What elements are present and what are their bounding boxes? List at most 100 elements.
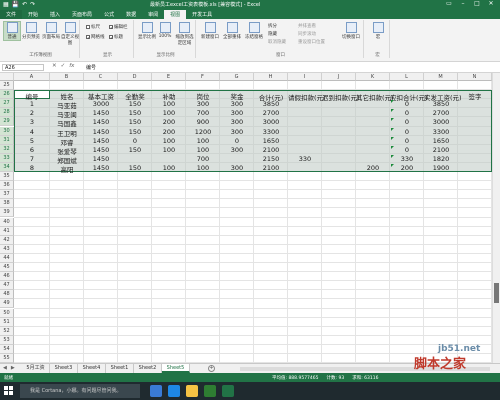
table-cell[interactable]: 高阳	[50, 164, 84, 174]
switch-windows-button[interactable]: 切换窗口	[340, 22, 362, 40]
ribbon-options-icon[interactable]: ▭	[442, 0, 456, 7]
row-header[interactable]: 29	[0, 117, 14, 127]
table-cell[interactable]: 1650	[424, 137, 458, 145]
cortana-search-box[interactable]: 我是 Cortana，小娜。有问题尽管问我。	[20, 384, 140, 398]
tab-view[interactable]: 视图	[164, 10, 187, 19]
row-header[interactable]: 42	[0, 235, 14, 245]
sheet-tab[interactable]: Sheet2	[134, 364, 162, 373]
table-cell[interactable]: 200	[152, 118, 186, 126]
table-cell[interactable]: 100	[152, 164, 186, 172]
close-icon[interactable]: ✕	[484, 0, 498, 7]
row-header[interactable]: 48	[0, 290, 14, 300]
column-header[interactable]: G	[220, 73, 254, 81]
function-icon[interactable]: fx	[69, 63, 74, 69]
select-all-corner[interactable]	[0, 73, 14, 81]
table-cell[interactable]: 0	[390, 100, 424, 108]
table-cell[interactable]: 2150	[254, 155, 288, 163]
unhide-button[interactable]: 取消隐藏	[268, 39, 286, 45]
tab-formulas[interactable]: 公式	[98, 10, 120, 19]
cancel-icon[interactable]: ✕	[52, 63, 57, 69]
excel-taskbar-icon[interactable]	[222, 385, 234, 397]
vertical-scrollbar[interactable]	[492, 73, 500, 363]
save-icon[interactable]: 💾	[12, 1, 19, 8]
column-header[interactable]: B	[50, 73, 84, 81]
row-header[interactable]: 25	[0, 81, 14, 91]
tab-review[interactable]: 审阅	[142, 10, 164, 19]
table-cell[interactable]: 0	[390, 137, 424, 145]
table-cell[interactable]: 4	[14, 128, 50, 136]
minimize-icon[interactable]: –	[456, 0, 470, 7]
table-cell[interactable]: 100	[186, 164, 220, 172]
table-cell[interactable]: 3	[14, 118, 50, 126]
table-cell[interactable]: 300	[220, 128, 254, 136]
table-cell[interactable]: 100	[152, 109, 186, 117]
column-header[interactable]: D	[118, 73, 152, 81]
row-header[interactable]: 30	[0, 126, 14, 136]
row-header[interactable]: 49	[0, 299, 14, 309]
table-cell[interactable]: 300	[220, 118, 254, 126]
column-header[interactable]: C	[84, 73, 118, 81]
table-cell[interactable]: 1200	[186, 128, 220, 136]
tab-developer[interactable]: 开发工具	[186, 10, 218, 19]
table-cell[interactable]: 0	[390, 146, 424, 154]
task-view-icon[interactable]	[150, 385, 162, 397]
add-sheet-button[interactable]: +	[208, 365, 215, 372]
table-cell[interactable]: 100	[186, 137, 220, 145]
scroll-thumb[interactable]	[494, 283, 499, 303]
table-cell[interactable]: 900	[186, 118, 220, 126]
table-cell[interactable]: 200	[356, 164, 390, 172]
table-cell[interactable]: 1450	[84, 118, 118, 126]
row-header[interactable]: 55	[0, 354, 14, 363]
zoom-100-button[interactable]: 100%	[157, 22, 173, 39]
table-cell[interactable]: 2100	[424, 146, 458, 154]
store-icon[interactable]	[204, 385, 216, 397]
table-cell[interactable]: 330	[390, 155, 424, 163]
page-layout-view-button[interactable]: 页面布局	[42, 22, 60, 40]
table-cell[interactable]: 1450	[84, 109, 118, 117]
table-cell[interactable]: 3000	[84, 100, 118, 108]
formula-bar-checkbox[interactable]: ✓编辑栏	[109, 24, 128, 31]
tab-page-layout[interactable]: 页面布局	[66, 10, 98, 19]
column-header[interactable]: A	[14, 73, 50, 81]
table-cell[interactable]: 150	[118, 100, 152, 108]
table-cell[interactable]: 3850	[254, 100, 288, 108]
headings-checkbox[interactable]: ✓标题	[109, 34, 123, 41]
column-header[interactable]: H	[254, 73, 288, 81]
table-cell[interactable]: 1450	[84, 155, 118, 163]
name-box[interactable]: A26	[2, 64, 44, 71]
split-button[interactable]: 拆分	[268, 23, 277, 29]
redo-icon[interactable]: ↷	[30, 1, 35, 8]
table-cell[interactable]: 2	[14, 109, 50, 117]
column-header[interactable]: F	[186, 73, 220, 81]
sheet-tab[interactable]: Sheet1	[106, 364, 134, 373]
table-cell[interactable]: 2100	[254, 164, 288, 172]
row-header[interactable]: 28	[0, 108, 14, 118]
row-header[interactable]: 52	[0, 326, 14, 336]
table-cell[interactable]: 300	[220, 100, 254, 108]
table-header-cell[interactable]: 签字	[458, 91, 492, 101]
table-cell[interactable]: 1450	[84, 128, 118, 136]
table-cell[interactable]: 700	[186, 109, 220, 117]
row-header[interactable]: 44	[0, 253, 14, 263]
column-header[interactable]: I	[288, 73, 322, 81]
table-header-cell[interactable]: 请假扣款(元)	[288, 92, 326, 102]
synchronous-scrolling-button[interactable]: 同步滚动	[298, 31, 316, 37]
enter-icon[interactable]: ✓	[61, 63, 66, 69]
table-cell[interactable]: 7	[14, 155, 50, 163]
table-cell[interactable]: 0	[390, 128, 424, 136]
row-header[interactable]: 46	[0, 272, 14, 282]
table-cell[interactable]: 3000	[254, 118, 288, 126]
column-header[interactable]: K	[356, 73, 390, 81]
table-cell[interactable]: 300	[220, 109, 254, 117]
macros-button[interactable]: 宏	[369, 22, 387, 40]
table-header-cell[interactable]: 迟到扣款(元)	[322, 92, 360, 102]
table-cell[interactable]: 100	[186, 146, 220, 154]
table-cell[interactable]: 0	[220, 137, 254, 145]
table-cell[interactable]: 3300	[424, 128, 458, 136]
column-header[interactable]: M	[424, 73, 458, 81]
custom-views-button[interactable]: 自定义视图	[61, 22, 79, 46]
table-cell[interactable]: 1450	[84, 146, 118, 154]
row-header[interactable]: 47	[0, 281, 14, 291]
table-cell[interactable]: 300	[220, 164, 254, 172]
row-header[interactable]: 40	[0, 217, 14, 227]
